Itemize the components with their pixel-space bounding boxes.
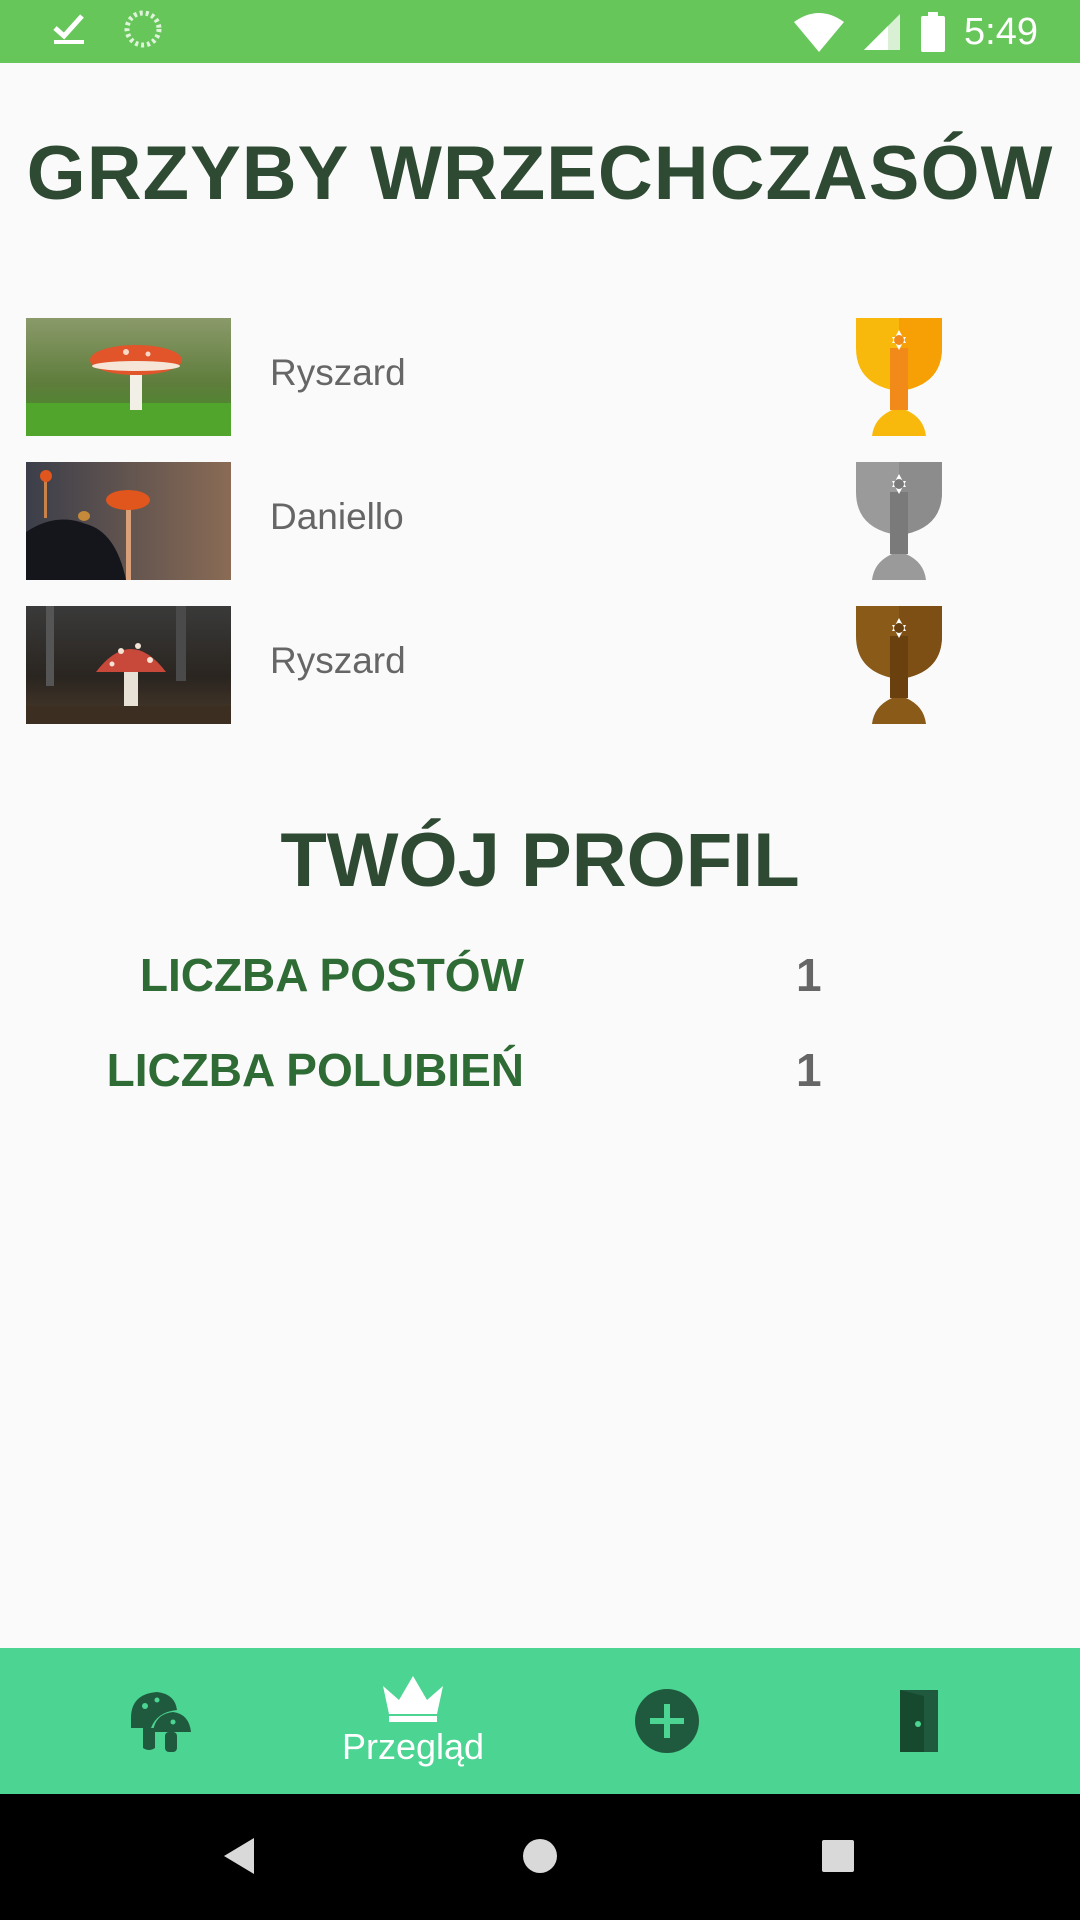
- user-name: Daniello: [270, 496, 404, 537]
- stat-label: LICZBA POSTÓW: [139, 949, 524, 1001]
- door-exit-icon: [900, 1690, 938, 1752]
- recents-icon: [822, 1840, 854, 1872]
- crown-icon: [383, 1676, 443, 1722]
- back-button[interactable]: [208, 1824, 272, 1888]
- mushroom-photo[interactable]: [26, 318, 231, 436]
- status-bar: 5:49: [0, 0, 1080, 63]
- stat-value: 1: [796, 1044, 822, 1096]
- mushroom-photo[interactable]: [26, 606, 231, 724]
- clock: 5:49: [964, 11, 1038, 53]
- gold-trophy-icon: [854, 318, 944, 436]
- home-button[interactable]: [508, 1824, 572, 1888]
- nav-label: Przegląd: [341, 1726, 485, 1767]
- stat-row-likes: LICZBA POLUBIEŃ 1: [0, 1043, 1080, 1103]
- nav-overview[interactable]: Przegląd: [313, 1648, 513, 1794]
- recents-button[interactable]: [806, 1824, 870, 1888]
- nav-logout[interactable]: [820, 1648, 1020, 1794]
- mushroom-photo[interactable]: [26, 462, 231, 580]
- page-title: GRZYBY WRZECHCZASÓW: [26, 131, 1054, 216]
- home-icon: [523, 1839, 557, 1873]
- profile-title: TWÓJ PROFIL: [280, 818, 800, 903]
- back-icon: [224, 1838, 254, 1874]
- user-name: Ryszard: [270, 352, 406, 393]
- stat-row-posts: LICZBA POSTÓW 1: [0, 948, 1080, 1008]
- wifi-icon: [794, 13, 845, 52]
- ranking-row[interactable]: Ryszard: [0, 606, 1080, 724]
- system-navigation-bar: [0, 1794, 1080, 1920]
- user-name: Ryszard: [270, 640, 406, 681]
- ranking-row[interactable]: Ryszard: [0, 318, 1080, 436]
- signal-icon: [864, 14, 901, 50]
- bronze-trophy-icon: [854, 606, 944, 724]
- stat-value: 1: [796, 949, 822, 1001]
- loading-icon: [124, 10, 162, 48]
- mushrooms-icon: [131, 1692, 191, 1752]
- ranking-row[interactable]: Daniello: [0, 462, 1080, 580]
- bottom-navigation: Przegląd: [0, 1648, 1080, 1794]
- stat-label: LICZBA POLUBIEŃ: [106, 1044, 524, 1096]
- silver-trophy-icon: [854, 462, 944, 580]
- battery-icon: [921, 12, 946, 52]
- nav-mushrooms[interactable]: [60, 1648, 260, 1794]
- add-circle-icon: [635, 1689, 699, 1753]
- nav-add[interactable]: [567, 1648, 767, 1794]
- check-icon: [53, 14, 84, 44]
